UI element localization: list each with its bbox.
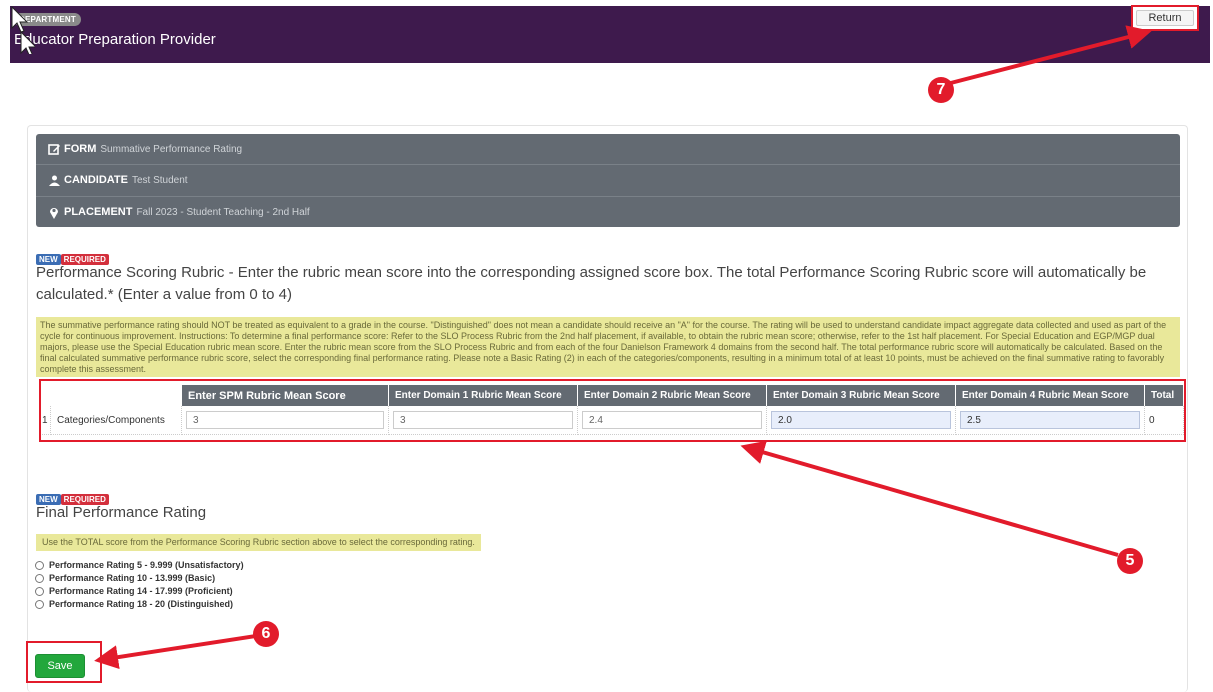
callout-6: 6 [253, 621, 279, 647]
rubric-table-highlight [39, 379, 1186, 442]
radio-icon[interactable] [35, 574, 44, 583]
map-marker-icon [46, 197, 62, 227]
rubric-question-title: Performance Scoring Rubric - Enter the r… [36, 264, 1147, 303]
final-rating-note: Use the TOTAL score from the Performance… [36, 534, 481, 551]
placement-label: PLACEMENT [64, 206, 133, 218]
candidate-value: Test Student [131, 175, 188, 186]
candidate-row: CANDIDATE Test Student [36, 164, 1180, 195]
rating-option-basic[interactable]: Performance Rating 10 - 13.999 (Basic) [35, 572, 244, 585]
rating-option-unsatisfactory[interactable]: Performance Rating 5 - 9.999 (Unsatisfac… [35, 559, 244, 572]
radio-icon[interactable] [35, 600, 44, 609]
save-button[interactable]: Save [35, 654, 85, 678]
return-button-highlight: Return [1131, 5, 1199, 31]
user-icon [46, 165, 62, 195]
app-header: DEPARTMENT Educator Preparation Provider [10, 6, 1210, 63]
rubric-instructions-note: The summative performance rating should … [36, 317, 1180, 377]
radio-icon[interactable] [35, 587, 44, 596]
edit-icon [46, 134, 62, 164]
placement-row: PLACEMENT Fall 2023 - Student Teaching - … [36, 196, 1180, 227]
form-row: FORM Summative Performance Rating [36, 134, 1180, 164]
radio-icon[interactable] [35, 561, 44, 570]
rating-option-proficient[interactable]: Performance Rating 14 - 17.999 (Proficie… [35, 585, 244, 598]
return-button[interactable]: Return [1136, 10, 1194, 26]
app-title: Educator Preparation Provider [14, 31, 216, 48]
rating-options: Performance Rating 5 - 9.999 (Unsatisfac… [35, 559, 244, 611]
rating-option-distinguished[interactable]: Performance Rating 18 - 20 (Distinguishe… [35, 598, 244, 611]
candidate-label: CANDIDATE [64, 174, 128, 186]
form-info-panel: FORM Summative Performance Rating CANDIDA… [36, 134, 1180, 227]
callout-5: 5 [1117, 548, 1143, 574]
placement-value: Fall 2023 - Student Teaching - 2nd Half [136, 207, 310, 218]
mouse-cursor-icon [11, 6, 35, 54]
callout-7: 7 [928, 77, 954, 103]
final-rating-title: Final Performance Rating [36, 504, 207, 521]
form-value: Summative Performance Rating [100, 144, 243, 155]
form-label: FORM [64, 143, 97, 155]
